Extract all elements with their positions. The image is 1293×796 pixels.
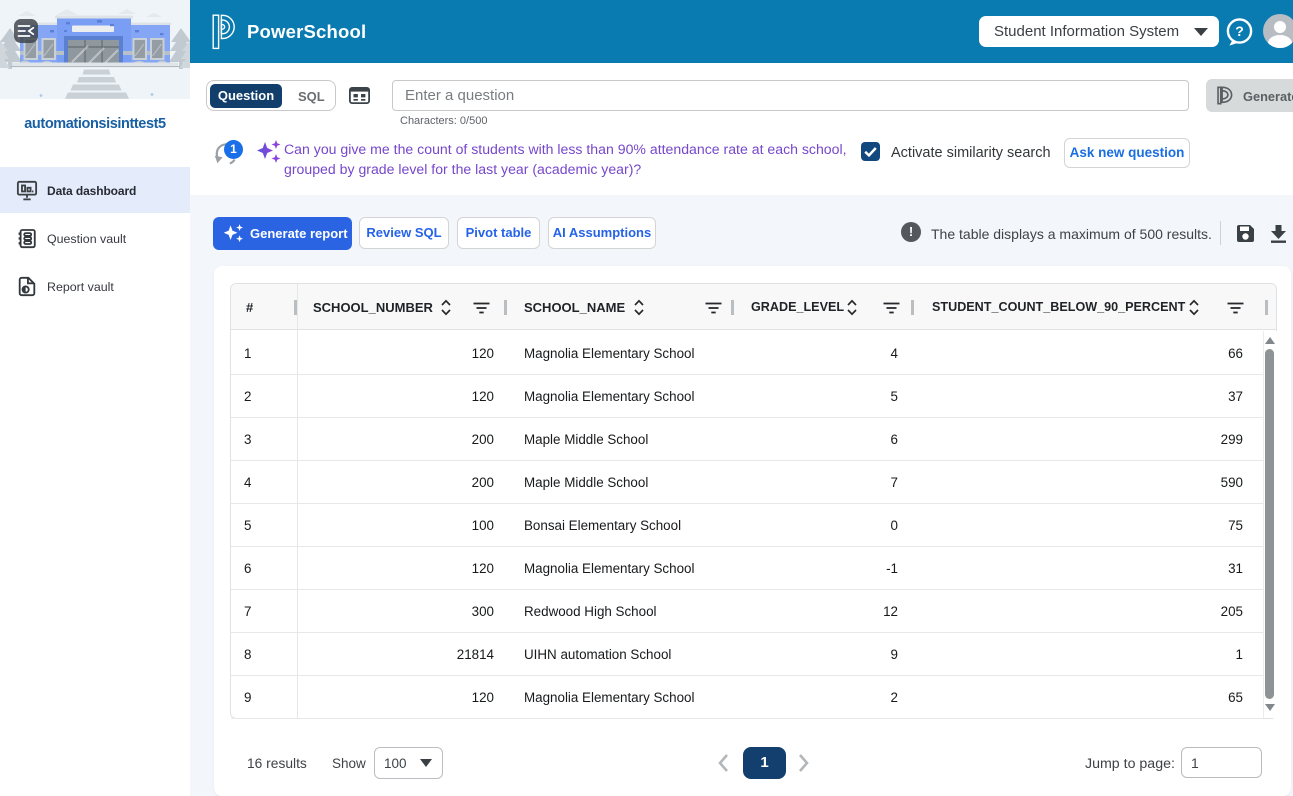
svg-text:?: ? [1235, 23, 1244, 39]
